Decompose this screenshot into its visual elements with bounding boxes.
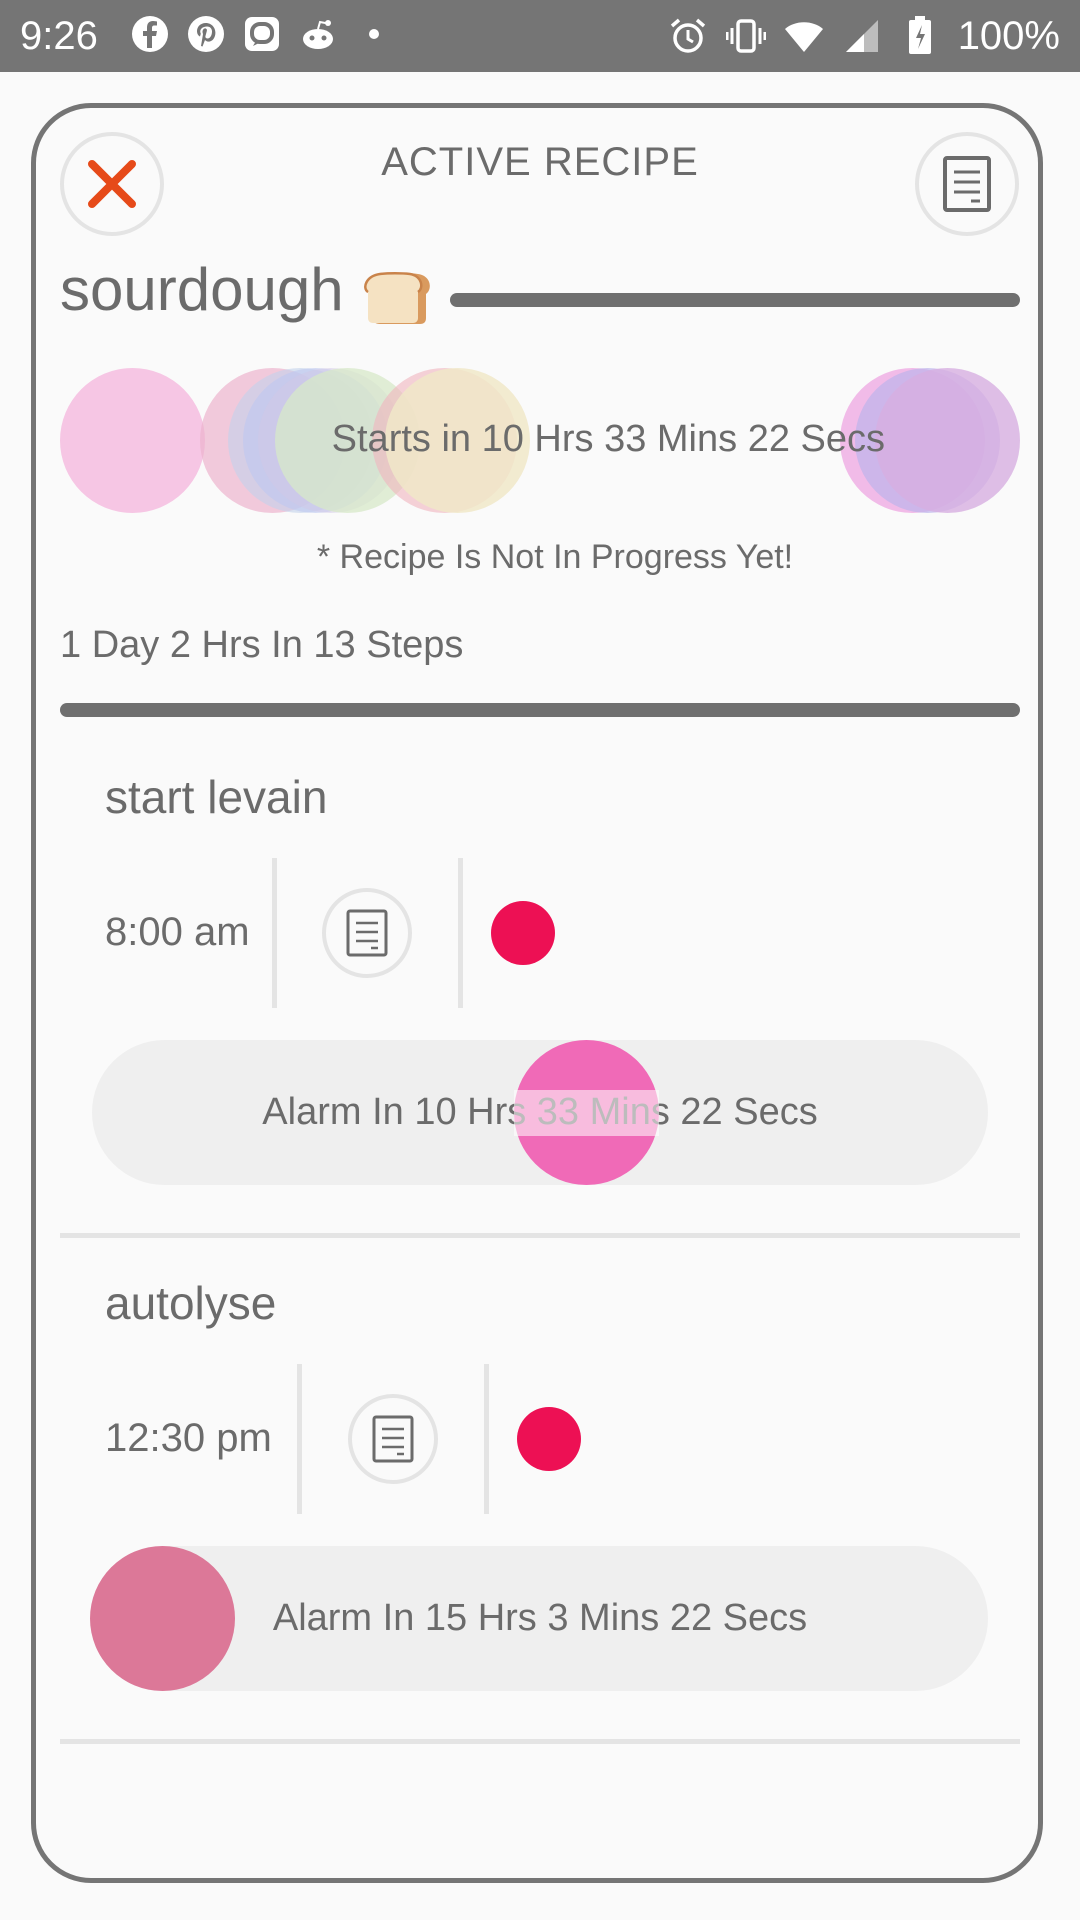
bread-icon: [364, 272, 430, 324]
step-divider: [60, 1233, 1020, 1238]
reddit-icon: [303, 20, 333, 49]
step-time[interactable]: 8:00 am: [105, 910, 250, 955]
alarm-countdown: Alarm In 15 Hrs 3 Mins 22 Secs: [272, 1597, 808, 1639]
column-divider: [272, 858, 277, 1008]
starts-in-countdown: Starts in 10 Hrs 33 Mins 22 Secs: [331, 418, 885, 460]
recipe-name: sourdough: [60, 256, 344, 323]
step-notes-button[interactable]: [322, 888, 412, 978]
document-icon: [372, 1415, 414, 1463]
progress-notice: * Recipe Is Not In Progress Yet!: [316, 538, 794, 576]
status-time: 9:26: [20, 14, 98, 58]
recipe-notes-button[interactable]: [915, 132, 1019, 236]
step-divider: [60, 1739, 1020, 1744]
pinterest-icon: [188, 16, 224, 52]
wifi-icon: [784, 22, 823, 52]
summary-divider: [60, 703, 1020, 717]
status-bar: 9:26 100%: [0, 0, 1080, 72]
vibrate-icon: [725, 19, 766, 53]
facebook-icon: [132, 16, 168, 52]
battery-charging-icon: [908, 16, 931, 54]
column-divider: [484, 1364, 489, 1514]
signal-icon: [845, 20, 878, 52]
battery-percent: 100%: [957, 14, 1060, 58]
alarm-text-highlight: [514, 1090, 659, 1136]
step-status-dot[interactable]: [491, 901, 555, 965]
duration-summary: 1 Day 2 Hrs In 13 Steps: [60, 624, 464, 666]
system-icons: 100%: [668, 14, 1060, 58]
document-icon: [346, 909, 388, 957]
title-divider: [450, 293, 1020, 307]
column-divider: [458, 858, 463, 1008]
step-status-dot[interactable]: [517, 1407, 581, 1471]
close-button[interactable]: [60, 132, 164, 236]
column-divider: [297, 1364, 302, 1514]
close-icon: [88, 160, 136, 208]
notification-icons: [130, 14, 394, 54]
step-notes-button[interactable]: [348, 1394, 438, 1484]
step-name: autolyse: [105, 1277, 277, 1329]
page-title: ACTIVE RECIPE: [381, 140, 699, 184]
alarm-icon: [670, 18, 705, 53]
step-time[interactable]: 12:30 pm: [105, 1416, 272, 1461]
messaging-icon: [245, 17, 279, 51]
document-icon: [943, 156, 991, 212]
dot-icon: [369, 29, 379, 39]
step-name: start levain: [105, 771, 328, 823]
alarm-slider[interactable]: Alarm In 15 Hrs 3 Mins 22 Secs: [90, 1546, 988, 1691]
steps-timeline: Starts in 10 Hrs 33 Mins 22 Secs: [60, 368, 1020, 513]
